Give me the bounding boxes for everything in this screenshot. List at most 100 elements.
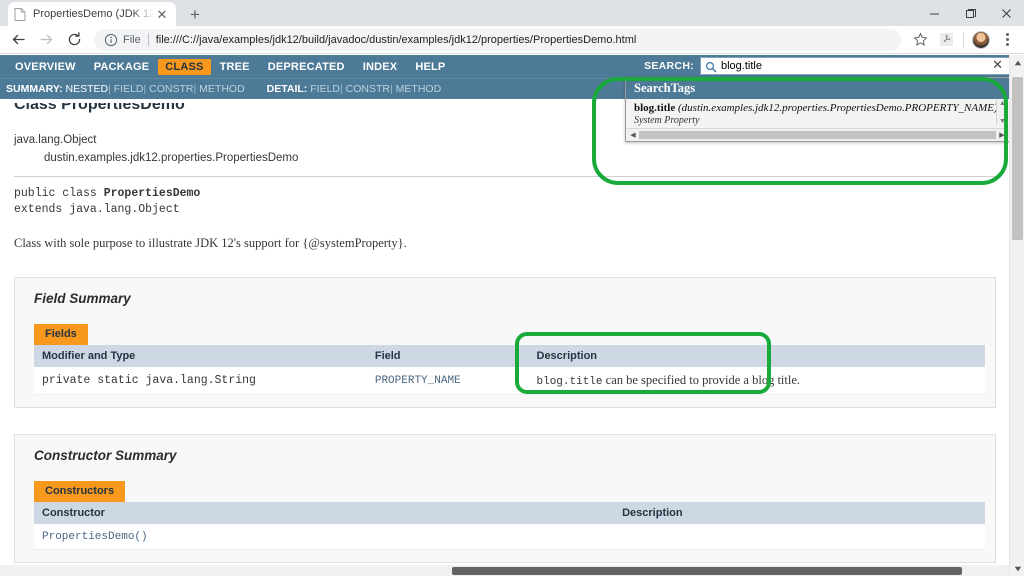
scroll-down-arrow-icon[interactable]: ▼	[999, 118, 1006, 125]
hscroll-thumb[interactable]	[452, 567, 962, 575]
new-tab-button[interactable]: +	[182, 2, 208, 26]
suggestions-header: SearchTags	[626, 78, 1009, 99]
signature-class-name: PropertiesDemo	[103, 186, 201, 200]
constructor-summary-title: Constructor Summary	[34, 447, 177, 463]
suggestions-vertical-scrollbar[interactable]: ▲ ▼	[996, 100, 1008, 125]
nav-item-class[interactable]: CLASS	[158, 58, 211, 75]
field-link[interactable]: PROPERTY_NAME	[375, 375, 461, 387]
table-header-row: Modifier and Type Field Description	[34, 344, 985, 367]
scroll-left-arrow-icon[interactable]: ◀	[628, 131, 638, 139]
search-value: blog.title	[721, 60, 762, 72]
tab-strip: PropertiesDemo (JDK 12 Example ✕ +	[0, 0, 1024, 26]
col-description: Description	[528, 344, 985, 367]
summary-nested: NESTED	[65, 83, 109, 95]
back-button[interactable]	[4, 26, 32, 54]
page-horizontal-scrollbar[interactable]	[0, 565, 1009, 576]
summary-label: SUMMARY:	[6, 83, 63, 95]
vscroll-up-arrow-icon[interactable]	[1010, 55, 1024, 70]
avatar	[972, 30, 990, 49]
page-vertical-scrollbar[interactable]	[1009, 55, 1024, 576]
address-bar[interactable]: File file:///C://java/examples/jdk12/bui…	[94, 28, 901, 51]
nav-item-deprecated[interactable]: DEPRECATED	[259, 61, 354, 73]
search-suggestions: SearchTags blog.title (dustin.examples.j…	[625, 77, 1010, 142]
cell-constructor-description	[614, 523, 985, 550]
url-scheme-label: File	[123, 33, 141, 46]
scroll-up-arrow-icon[interactable]: ▲	[999, 100, 1006, 107]
description-code: blog.title	[536, 375, 603, 388]
detail-group: DETAIL: FIELD| CONSTR| METHOD	[267, 83, 441, 95]
table-header-row: Constructor Description	[34, 501, 985, 524]
url-text: file:///C://java/examples/jdk12/build/ja…	[155, 33, 637, 46]
nav-item-help[interactable]: HELP	[406, 61, 454, 73]
vscroll-down-arrow-icon[interactable]	[1010, 561, 1024, 576]
search-clear-icon[interactable]: ✕	[992, 58, 1005, 71]
browser-toolbar: File file:///C://java/examples/jdk12/bui…	[0, 26, 1024, 54]
forward-button[interactable]	[32, 26, 60, 54]
summary-constr[interactable]: CONSTR	[149, 83, 193, 95]
detail-method[interactable]: METHOD	[396, 83, 442, 95]
reload-button[interactable]	[60, 26, 88, 54]
col-modifier-and-type: Modifier and Type	[34, 344, 367, 367]
field-summary-caption-row: Fields	[34, 323, 985, 345]
sep-1: |	[108, 83, 111, 95]
nav-item-package[interactable]: PACKAGE	[85, 61, 159, 73]
tab-close-icon[interactable]: ✕	[154, 6, 170, 22]
window-maximize-button[interactable]	[952, 0, 988, 26]
field-summary-caption[interactable]: Fields	[34, 323, 88, 345]
profile-avatar[interactable]	[968, 27, 994, 53]
table-row: private static java.lang.String PROPERTY…	[34, 366, 985, 395]
magnifier-icon	[705, 60, 717, 73]
field-summary-title: Field Summary	[34, 290, 131, 306]
sep-5: |	[390, 83, 393, 95]
sep-3: |	[193, 83, 197, 95]
suggestion-qualifier: (dustin.examples.jdk12.properties.Proper…	[678, 102, 998, 114]
nav-item-overview[interactable]: OVERVIEW	[6, 61, 85, 73]
detail-field[interactable]: FIELD	[310, 83, 340, 95]
constructor-summary-caption[interactable]: Constructors	[34, 480, 126, 502]
suggestion-kind: System Property	[634, 115, 700, 126]
browser-tab-title: PropertiesDemo (JDK 12 Example	[33, 8, 154, 20]
content-divider	[14, 175, 996, 177]
window-minimize-button[interactable]	[916, 0, 952, 26]
summary-method[interactable]: METHOD	[199, 83, 245, 95]
browser-window: PropertiesDemo (JDK 12 Example ✕ +	[0, 0, 1024, 576]
nav-item-tree[interactable]: TREE	[211, 61, 259, 73]
vscroll-thumb[interactable]	[1012, 77, 1023, 240]
constructor-summary-table: Constructor Description PropertiesDemo()	[34, 501, 985, 550]
javadoc-navbar-list: OVERVIEW PACKAGE CLASS TREE DEPRECATED I…	[6, 58, 454, 75]
bookmark-star-icon[interactable]	[907, 27, 933, 53]
suggestion-name: blog.title	[634, 102, 676, 114]
browser-tab[interactable]: PropertiesDemo (JDK 12 Example ✕	[8, 2, 176, 26]
adobe-pdf-icon[interactable]	[933, 27, 959, 53]
cell-constructor: PropertiesDemo()	[34, 523, 615, 550]
class-description: Class with sole purpose to illustrate JD…	[14, 235, 407, 250]
sep-2: |	[143, 83, 147, 95]
constructor-link[interactable]: PropertiesDemo()	[42, 531, 148, 543]
window-close-button[interactable]	[988, 0, 1024, 26]
search-widget: SEARCH: blog.title ✕	[644, 57, 1010, 75]
search-input[interactable]: blog.title	[700, 57, 1010, 75]
sep-4: |	[340, 83, 343, 95]
chrome-menu-icon[interactable]	[994, 27, 1020, 53]
suggestions-horizontal-scrollbar[interactable]: ◀ ▶	[626, 128, 1009, 141]
cell-description: blog.title can be specified to provide a…	[528, 366, 985, 395]
nav-item-index[interactable]: INDEX	[354, 61, 407, 73]
toolbar-divider	[963, 31, 964, 48]
page-icon	[14, 7, 26, 21]
hscroll-thumb[interactable]	[639, 131, 996, 139]
description-text: can be specified to provide a blog title…	[602, 372, 801, 387]
info-icon[interactable]	[104, 33, 118, 47]
detail-label: DETAIL:	[266, 83, 308, 95]
scroll-right-arrow-icon[interactable]: ▶	[997, 131, 1007, 139]
col-constructor-description: Description	[614, 501, 985, 524]
summary-field[interactable]: FIELD	[114, 83, 144, 95]
detail-constr[interactable]: CONSTR	[346, 83, 390, 95]
col-field: Field	[366, 344, 529, 367]
field-summary-table: Modifier and Type Field Description priv…	[34, 344, 985, 395]
window-controls	[916, 0, 1024, 26]
signature-extends: extends java.lang.Object	[14, 203, 180, 217]
page-viewport: OVERVIEW PACKAGE CLASS TREE DEPRECATED I…	[0, 55, 1024, 576]
suggestion-item[interactable]: blog.title (dustin.examples.jdk12.proper…	[634, 102, 1001, 114]
hierarchy-child: dustin.examples.jdk12.properties.Propert…	[44, 151, 299, 164]
omnibox-divider	[147, 33, 149, 46]
